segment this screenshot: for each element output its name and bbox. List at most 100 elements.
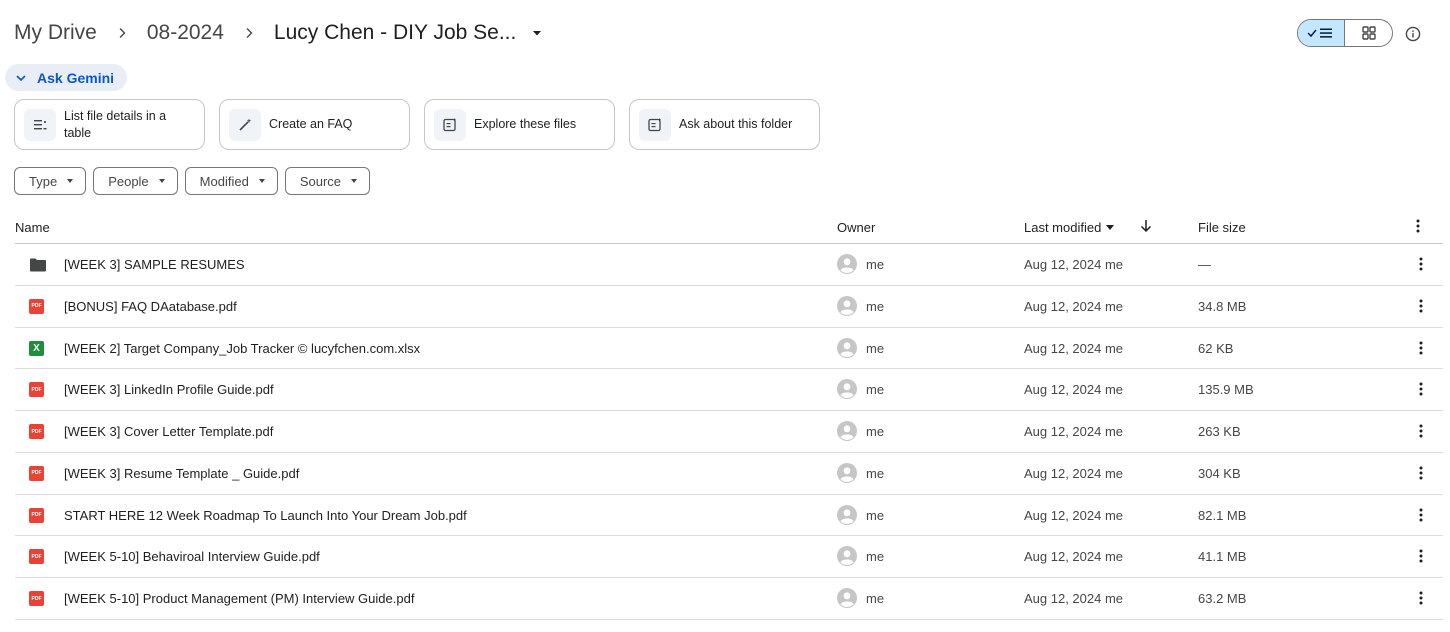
owner-avatar [837, 546, 857, 567]
filter-label: Modified [199, 173, 249, 189]
suggestion-ask-folder[interactable]: Ask about this folder [629, 99, 820, 150]
owner-name: me [866, 549, 885, 565]
owner-avatar [837, 504, 857, 525]
pdf-icon: PDF [29, 507, 44, 523]
avatar-icon [837, 254, 857, 274]
file-type-icon: PDF [29, 381, 47, 399]
owner-avatar [837, 462, 857, 483]
ask-gemini-label: Ask Gemini [37, 69, 115, 86]
file-name[interactable]: [WEEK 3] Cover Letter Template.pdf [64, 424, 273, 439]
row-more-actions-button[interactable] [1412, 589, 1430, 607]
table-row[interactable]: PDF [WEEK 3] Cover Letter Template.pdf me A… [15, 411, 1443, 453]
avatar-icon [837, 588, 857, 608]
file-type-icon [29, 256, 47, 274]
chevron-right-icon [224, 25, 274, 41]
last-modified: Aug 12, 2024 me [1024, 591, 1124, 606]
sort-direction-button[interactable] [1139, 218, 1153, 237]
owner-name: me [866, 257, 885, 272]
ask-gemini-toggle[interactable]: Ask Gemini [5, 64, 127, 91]
row-more-actions-button[interactable] [1412, 339, 1430, 357]
column-header-file-size[interactable]: File size [1198, 220, 1246, 235]
last-modified: Aug 12, 2024 me [1024, 507, 1124, 523]
file-name[interactable]: [BONUS] FAQ DAatabase.pdf [64, 299, 237, 314]
file-name[interactable]: [WEEK 2] Target Company_Job Tracker © lu… [64, 341, 420, 356]
file-name[interactable]: [WEEK 5-10] Behaviroal Interview Guide.p… [64, 549, 320, 564]
column-options-button[interactable] [1412, 217, 1424, 238]
owner-name: me [866, 465, 885, 481]
gemini-suggestions: List file details in a table Create an F… [14, 99, 834, 150]
owner-name: me [866, 591, 885, 606]
column-header-last-modified[interactable]: Last modified [1024, 220, 1115, 235]
table-header: Name Owner Last modified File size [15, 212, 1443, 244]
filter-bar: Type People Modified Source [14, 167, 377, 195]
file-list: [WEEK 3] SAMPLE RESUMES me Aug 12, 2024 me… [15, 244, 1443, 620]
file-size: 304 KB [1198, 465, 1241, 481]
table-row[interactable]: PDF [WEEK 3] LinkedIn Profile Guide.pdf me… [15, 369, 1443, 411]
filter-source[interactable]: Source [284, 167, 371, 195]
owner-avatar [837, 379, 857, 400]
file-name[interactable]: START HERE 12 Week Roadmap To Launch Int… [64, 508, 467, 523]
chevron-down-icon [16, 74, 26, 81]
chevron-right-icon [97, 25, 147, 41]
table-row[interactable]: PDF [WEEK 5-10] Product Management (PM) I… [15, 578, 1443, 620]
pdf-icon: PDF [29, 382, 44, 398]
file-name[interactable]: [WEEK 5-10] Product Management (PM) Inte… [64, 591, 414, 606]
info-icon [1405, 26, 1421, 42]
table-row[interactable]: X [WEEK 2] Target Company_Job Tracker © l… [15, 328, 1443, 370]
row-more-actions-button[interactable] [1412, 297, 1430, 315]
check-list-icon [1307, 28, 1332, 38]
explore-files-icon [434, 108, 466, 141]
more-vert-icon [1419, 508, 1423, 521]
magic-wand-icon [229, 108, 261, 141]
owner-avatar [837, 254, 857, 274]
avatar-icon [837, 504, 857, 525]
row-more-actions-button[interactable] [1412, 380, 1430, 398]
file-type-icon: PDF [29, 507, 47, 525]
table-row[interactable]: PDF [BONUS] FAQ DAatabase.pdf me Aug 12, 20… [15, 286, 1443, 328]
row-more-actions-button[interactable] [1412, 422, 1430, 440]
suggestion-create-faq[interactable]: Create an FAQ [219, 99, 410, 150]
row-more-actions-button[interactable] [1412, 547, 1430, 565]
caret-down-icon [158, 179, 165, 183]
folder-dropdown-icon[interactable] [526, 22, 548, 44]
owner-name: me [866, 298, 885, 314]
breadcrumb-current-folder[interactable]: Lucy Chen - DIY Job Se... [274, 21, 516, 45]
more-vert-icon [1419, 591, 1423, 605]
more-vert-icon [1419, 299, 1423, 313]
pdf-icon: PDF [29, 591, 44, 606]
breadcrumb-my-drive[interactable]: My Drive [14, 21, 97, 45]
file-name[interactable]: [WEEK 3] LinkedIn Profile Guide.pdf [64, 382, 274, 397]
suggestion-label: List file details in a table [64, 108, 167, 140]
table-row[interactable]: PDF START HERE 12 Week Roadmap To Launch … [15, 495, 1443, 537]
info-button[interactable] [1401, 22, 1425, 46]
filter-modified[interactable]: Modified [184, 167, 278, 195]
row-more-actions-button[interactable] [1412, 464, 1430, 482]
row-more-actions-button[interactable] [1412, 506, 1430, 524]
filter-people[interactable]: People [93, 167, 178, 195]
file-size: — [1198, 257, 1211, 272]
row-more-actions-button[interactable] [1412, 255, 1430, 273]
file-size: 41.1 MB [1198, 549, 1247, 565]
file-size: 82.1 MB [1198, 507, 1247, 523]
owner-avatar [837, 588, 857, 608]
table-row[interactable]: PDF [WEEK 3] Resume Template _ Guide.pdf m… [15, 453, 1443, 495]
more-vert-icon [1419, 466, 1423, 480]
spreadsheet-icon: X [29, 340, 44, 356]
list-view-button[interactable] [1298, 20, 1346, 46]
table-row[interactable]: [WEEK 3] SAMPLE RESUMES me Aug 12, 2024 me… [15, 244, 1443, 286]
pdf-icon: PDF [29, 298, 44, 314]
file-name[interactable]: [WEEK 3] SAMPLE RESUMES [64, 257, 245, 272]
filter-type[interactable]: Type [14, 167, 87, 195]
file-name[interactable]: [WEEK 3] Resume Template _ Guide.pdf [64, 466, 299, 481]
grid-view-button[interactable] [1345, 20, 1392, 46]
column-header-name[interactable]: Name [15, 220, 50, 235]
suggestion-explore-files[interactable]: Explore these files [424, 99, 615, 150]
owner-name: me [866, 424, 885, 439]
table-list-icon [24, 108, 56, 141]
table-row[interactable]: PDF [WEEK 5-10] Behaviroal Interview Guid… [15, 536, 1443, 578]
breadcrumb-folder-08-2024[interactable]: 08-2024 [147, 21, 224, 45]
suggestion-list-file-details[interactable]: List file details in a table [14, 99, 205, 150]
view-toggle [1297, 19, 1393, 47]
file-type-icon: PDF [29, 298, 47, 316]
owner-avatar [837, 295, 857, 316]
